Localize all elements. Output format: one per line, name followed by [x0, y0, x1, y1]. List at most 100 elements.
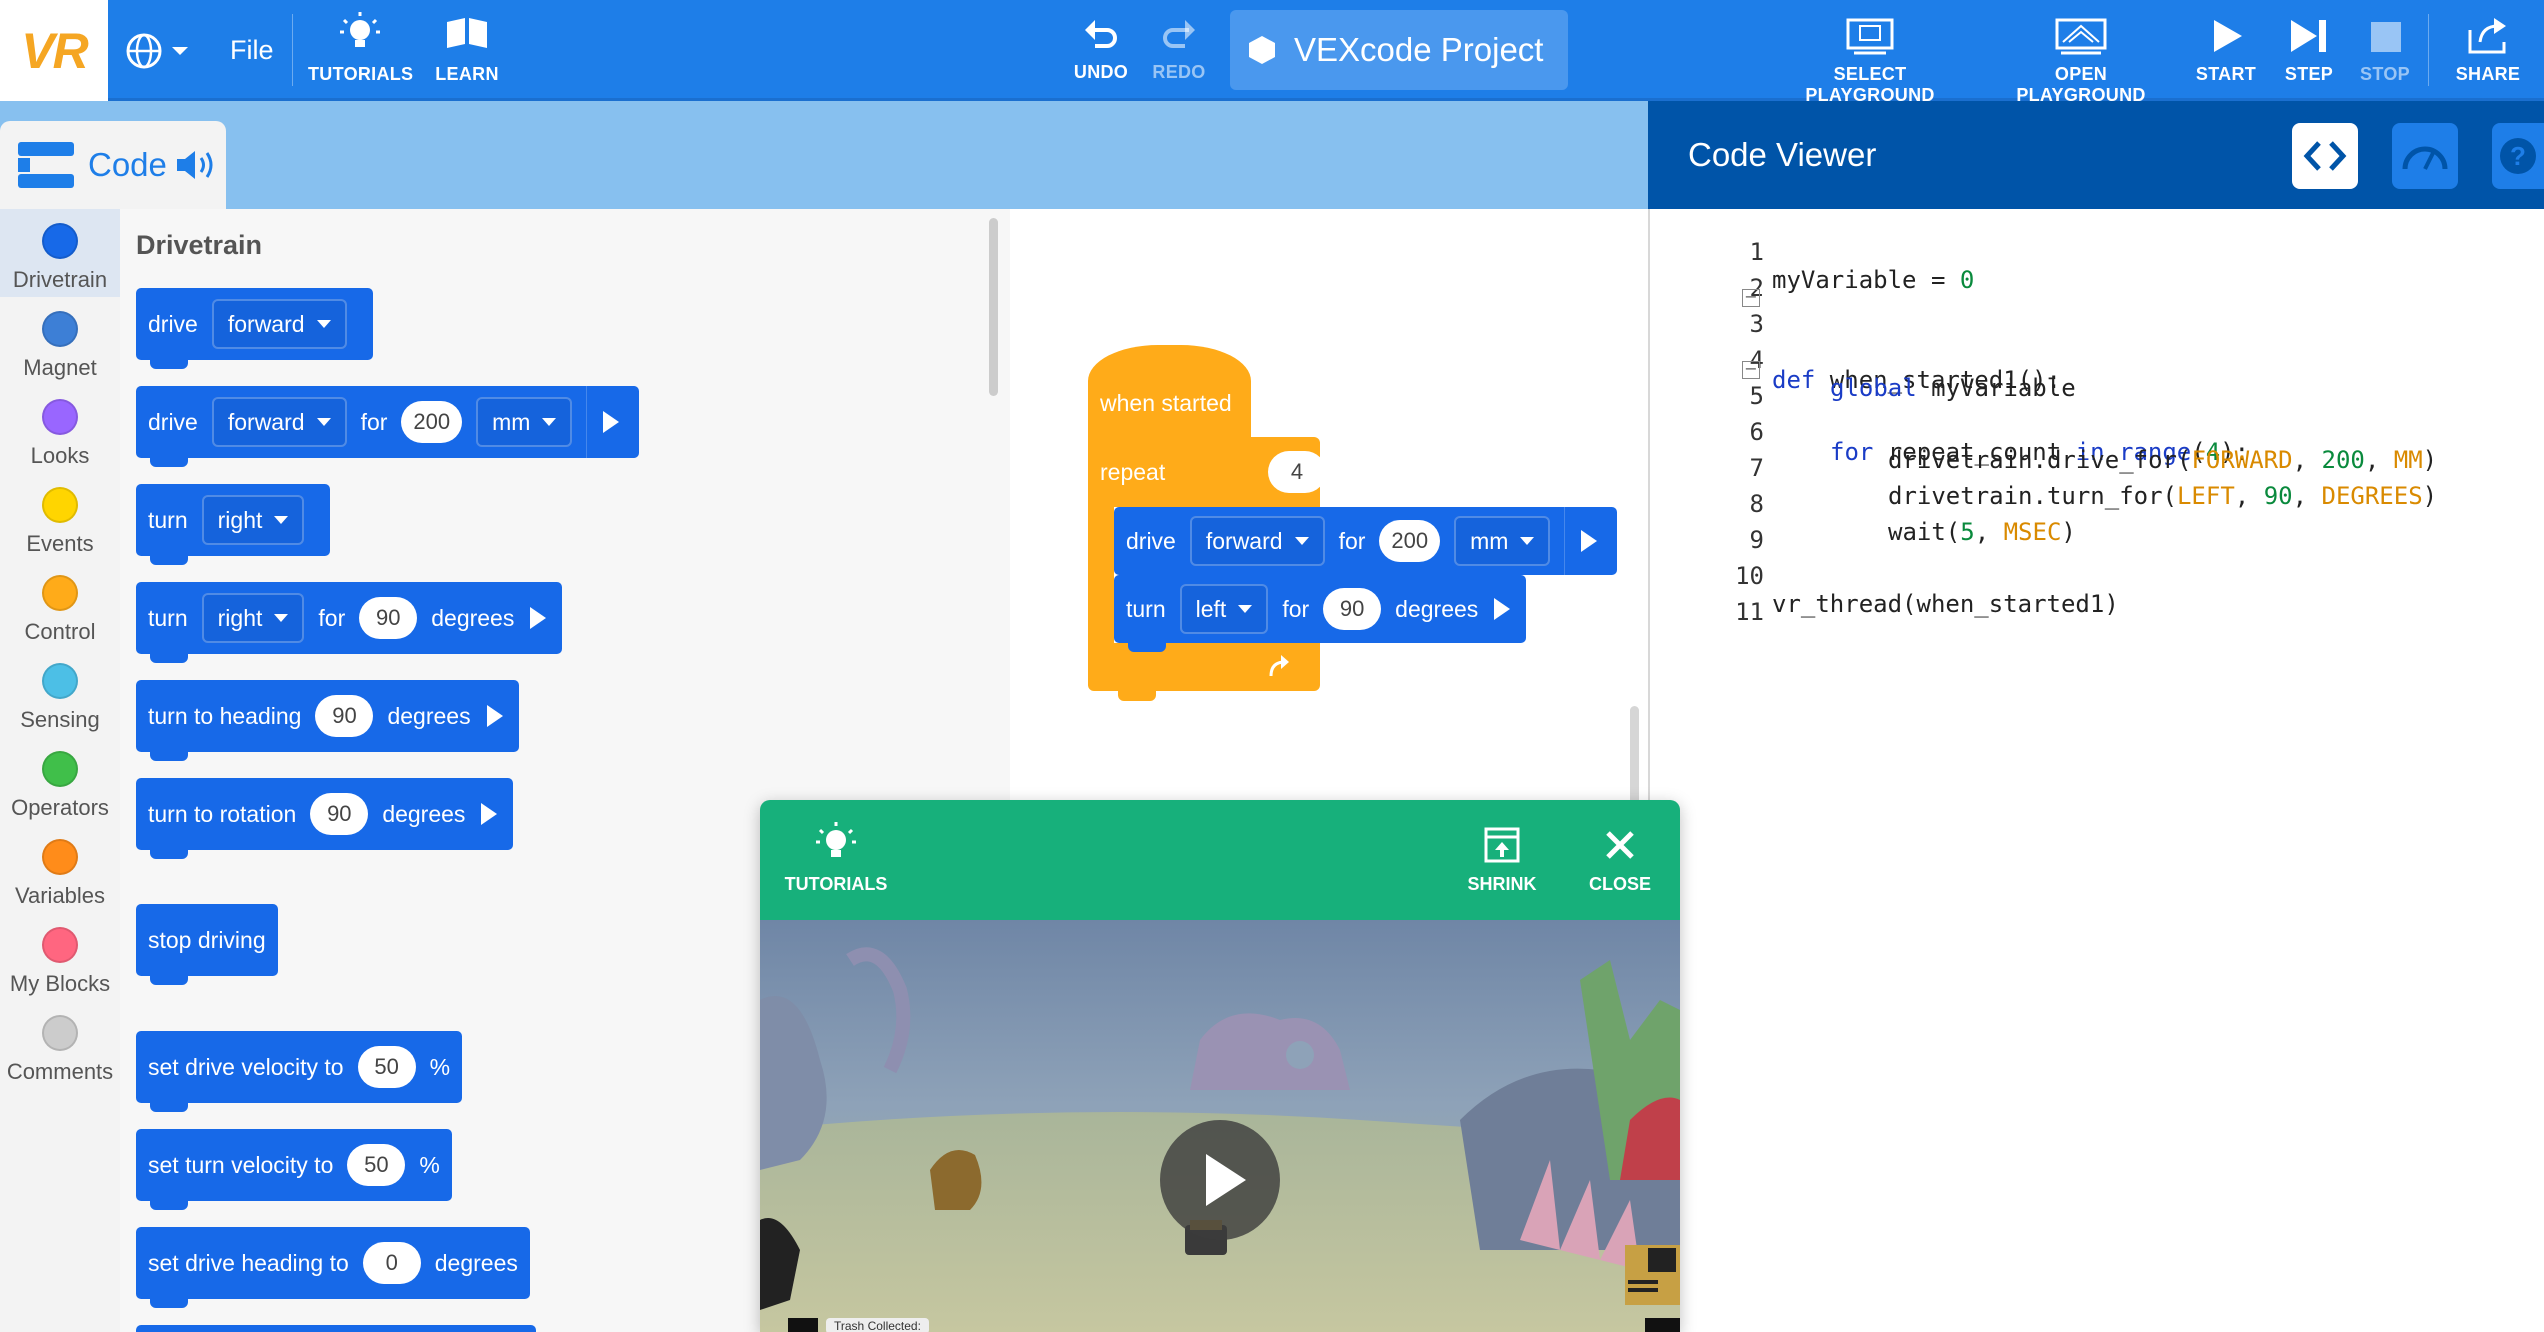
- category-control[interactable]: Control: [0, 561, 120, 649]
- stop-button[interactable]: STOP: [2352, 16, 2418, 85]
- close-button[interactable]: CLOSE: [1580, 826, 1660, 895]
- share-label: SHARE: [2455, 64, 2521, 84]
- block-set-drive-heading[interactable]: set drive heading to 0 degrees: [136, 1227, 530, 1308]
- block-text: drive: [148, 310, 198, 337]
- tutorials-button[interactable]: TUTORIALS: [308, 12, 413, 85]
- dashboard-icon: [2402, 146, 2448, 170]
- file-menu[interactable]: File: [230, 35, 274, 66]
- unit-dropdown[interactable]: mm: [476, 397, 573, 447]
- dropdown-value: forward: [227, 310, 305, 337]
- code-line: 2: [1648, 246, 2544, 302]
- block-text: turn to heading: [148, 702, 302, 729]
- block-turn-for[interactable]: turn right for 90 degrees: [136, 582, 563, 663]
- project-name-field[interactable]: VEXcode Project: [1230, 10, 1568, 90]
- run-block-icon[interactable]: [603, 411, 620, 433]
- undo-button[interactable]: UNDO: [1064, 14, 1138, 83]
- heading-input[interactable]: 0: [362, 1242, 421, 1284]
- when-started-block[interactable]: when started: [1088, 345, 1251, 437]
- tab-code[interactable]: Code: [0, 121, 226, 209]
- fold-toggle-icon[interactable]: −: [1742, 361, 1760, 379]
- block-set-turn-velocity[interactable]: set turn velocity to 50 %: [136, 1129, 452, 1210]
- block-turn[interactable]: turn right: [136, 484, 331, 565]
- velocity-input[interactable]: 50: [347, 1144, 406, 1186]
- code-line: 6 drivetrain.drive_for(FORWARD, 200, MM): [1648, 390, 2544, 474]
- velocity-input[interactable]: 50: [357, 1046, 416, 1088]
- block-set-drive-velocity[interactable]: set drive velocity to 50 %: [136, 1031, 463, 1112]
- open-playground-button[interactable]: OPEN PLAYGROUND: [1988, 18, 2174, 106]
- category-my-blocks[interactable]: My Blocks: [0, 913, 120, 1001]
- rotation-input[interactable]: 90: [310, 793, 369, 835]
- share-button[interactable]: SHARE: [2452, 14, 2524, 85]
- category-sensing[interactable]: Sensing: [0, 649, 120, 737]
- help-button[interactable]: ?: [2492, 123, 2544, 189]
- block-turn-to-rotation[interactable]: turn to rotation 90 degrees: [136, 778, 514, 859]
- category-label: Drivetrain: [12, 267, 108, 292]
- learn-button[interactable]: LEARN: [428, 14, 506, 85]
- popup-tutorials-button[interactable]: TUTORIALS: [782, 822, 890, 895]
- heading-input[interactable]: 90: [315, 695, 374, 737]
- direction-dropdown[interactable]: forward: [1189, 516, 1325, 566]
- direction-dropdown[interactable]: forward: [211, 299, 347, 349]
- run-block-icon[interactable]: [481, 803, 498, 825]
- distance-input[interactable]: 200: [401, 401, 463, 443]
- step-button[interactable]: STEP: [2276, 16, 2342, 85]
- block-text: degrees: [431, 604, 515, 631]
- block-text: turn: [1126, 595, 1166, 622]
- category-label: Control: [24, 619, 96, 644]
- workspace-turn-for-block[interactable]: turn left for 90 degrees: [1114, 575, 1527, 652]
- svg-text:?: ?: [2510, 141, 2526, 171]
- toggle-code-button[interactable]: [2292, 123, 2358, 189]
- fold-toggle-icon[interactable]: −: [1742, 289, 1760, 307]
- tutorial-video[interactable]: [760, 920, 1680, 1332]
- speaker-icon[interactable]: [175, 148, 219, 182]
- block-text: degrees: [387, 702, 471, 729]
- learn-label: LEARN: [435, 64, 499, 84]
- start-button[interactable]: START: [2190, 16, 2262, 85]
- shrink-button[interactable]: SHRINK: [1460, 826, 1544, 895]
- direction-dropdown[interactable]: forward: [211, 397, 347, 447]
- loop-arrow-icon: [1269, 655, 1289, 677]
- language-button[interactable]: [124, 30, 194, 77]
- dashboard-button[interactable]: [2392, 123, 2458, 189]
- category-drivetrain[interactable]: Drivetrain: [0, 209, 120, 297]
- category-dot: [42, 399, 78, 435]
- video-play-button[interactable]: [1160, 1120, 1280, 1240]
- angle-input[interactable]: 90: [1323, 588, 1382, 630]
- category-variables[interactable]: Variables: [0, 825, 120, 913]
- category-comments[interactable]: Comments: [0, 1001, 120, 1089]
- dropdown-value: right: [217, 506, 263, 533]
- toolbar-divider: [2428, 14, 2429, 86]
- run-block-icon[interactable]: [486, 705, 503, 727]
- select-playground-button[interactable]: SELECT PLAYGROUND: [1770, 18, 1970, 106]
- palette-scrollbar[interactable]: [989, 218, 998, 396]
- category-events[interactable]: Events: [0, 473, 120, 561]
- vr-logo[interactable]: VR: [0, 0, 108, 101]
- run-block-icon[interactable]: [530, 607, 547, 629]
- undo-icon: [1085, 20, 1117, 48]
- repeat-count-input[interactable]: 4: [1268, 451, 1326, 493]
- block-drive[interactable]: drive forward: [136, 288, 373, 369]
- turn-direction-dropdown[interactable]: left: [1179, 584, 1269, 634]
- category-magnet[interactable]: Magnet: [0, 297, 120, 385]
- category-dot: [42, 927, 78, 963]
- distance-input[interactable]: 200: [1379, 520, 1441, 562]
- block-partial[interactable]: [136, 1325, 536, 1332]
- workspace-drive-for-block[interactable]: drive forward for 200 mm: [1114, 507, 1618, 584]
- block-stop-driving[interactable]: stop driving: [136, 904, 278, 985]
- redo-button[interactable]: REDO: [1142, 14, 1216, 83]
- category-dot: [42, 223, 78, 259]
- block-turn-to-heading[interactable]: turn to heading 90 degrees: [136, 680, 519, 761]
- unit-dropdown[interactable]: mm: [1454, 516, 1551, 566]
- run-block-icon[interactable]: [1494, 598, 1511, 620]
- angle-input[interactable]: 90: [359, 597, 418, 639]
- workspace-scrollbar[interactable]: [1630, 706, 1639, 806]
- category-operators[interactable]: Operators: [0, 737, 120, 825]
- turn-direction-dropdown[interactable]: right: [201, 593, 305, 643]
- run-block-icon[interactable]: [1581, 530, 1598, 552]
- category-looks[interactable]: Looks: [0, 385, 120, 473]
- category-dot: [42, 575, 78, 611]
- turn-direction-dropdown[interactable]: right: [201, 495, 305, 545]
- repeat-block[interactable]: repeat 4: [1088, 437, 1326, 507]
- block-drive-for[interactable]: drive forward for 200 mm: [136, 386, 640, 467]
- playground-icon: [2055, 18, 2107, 55]
